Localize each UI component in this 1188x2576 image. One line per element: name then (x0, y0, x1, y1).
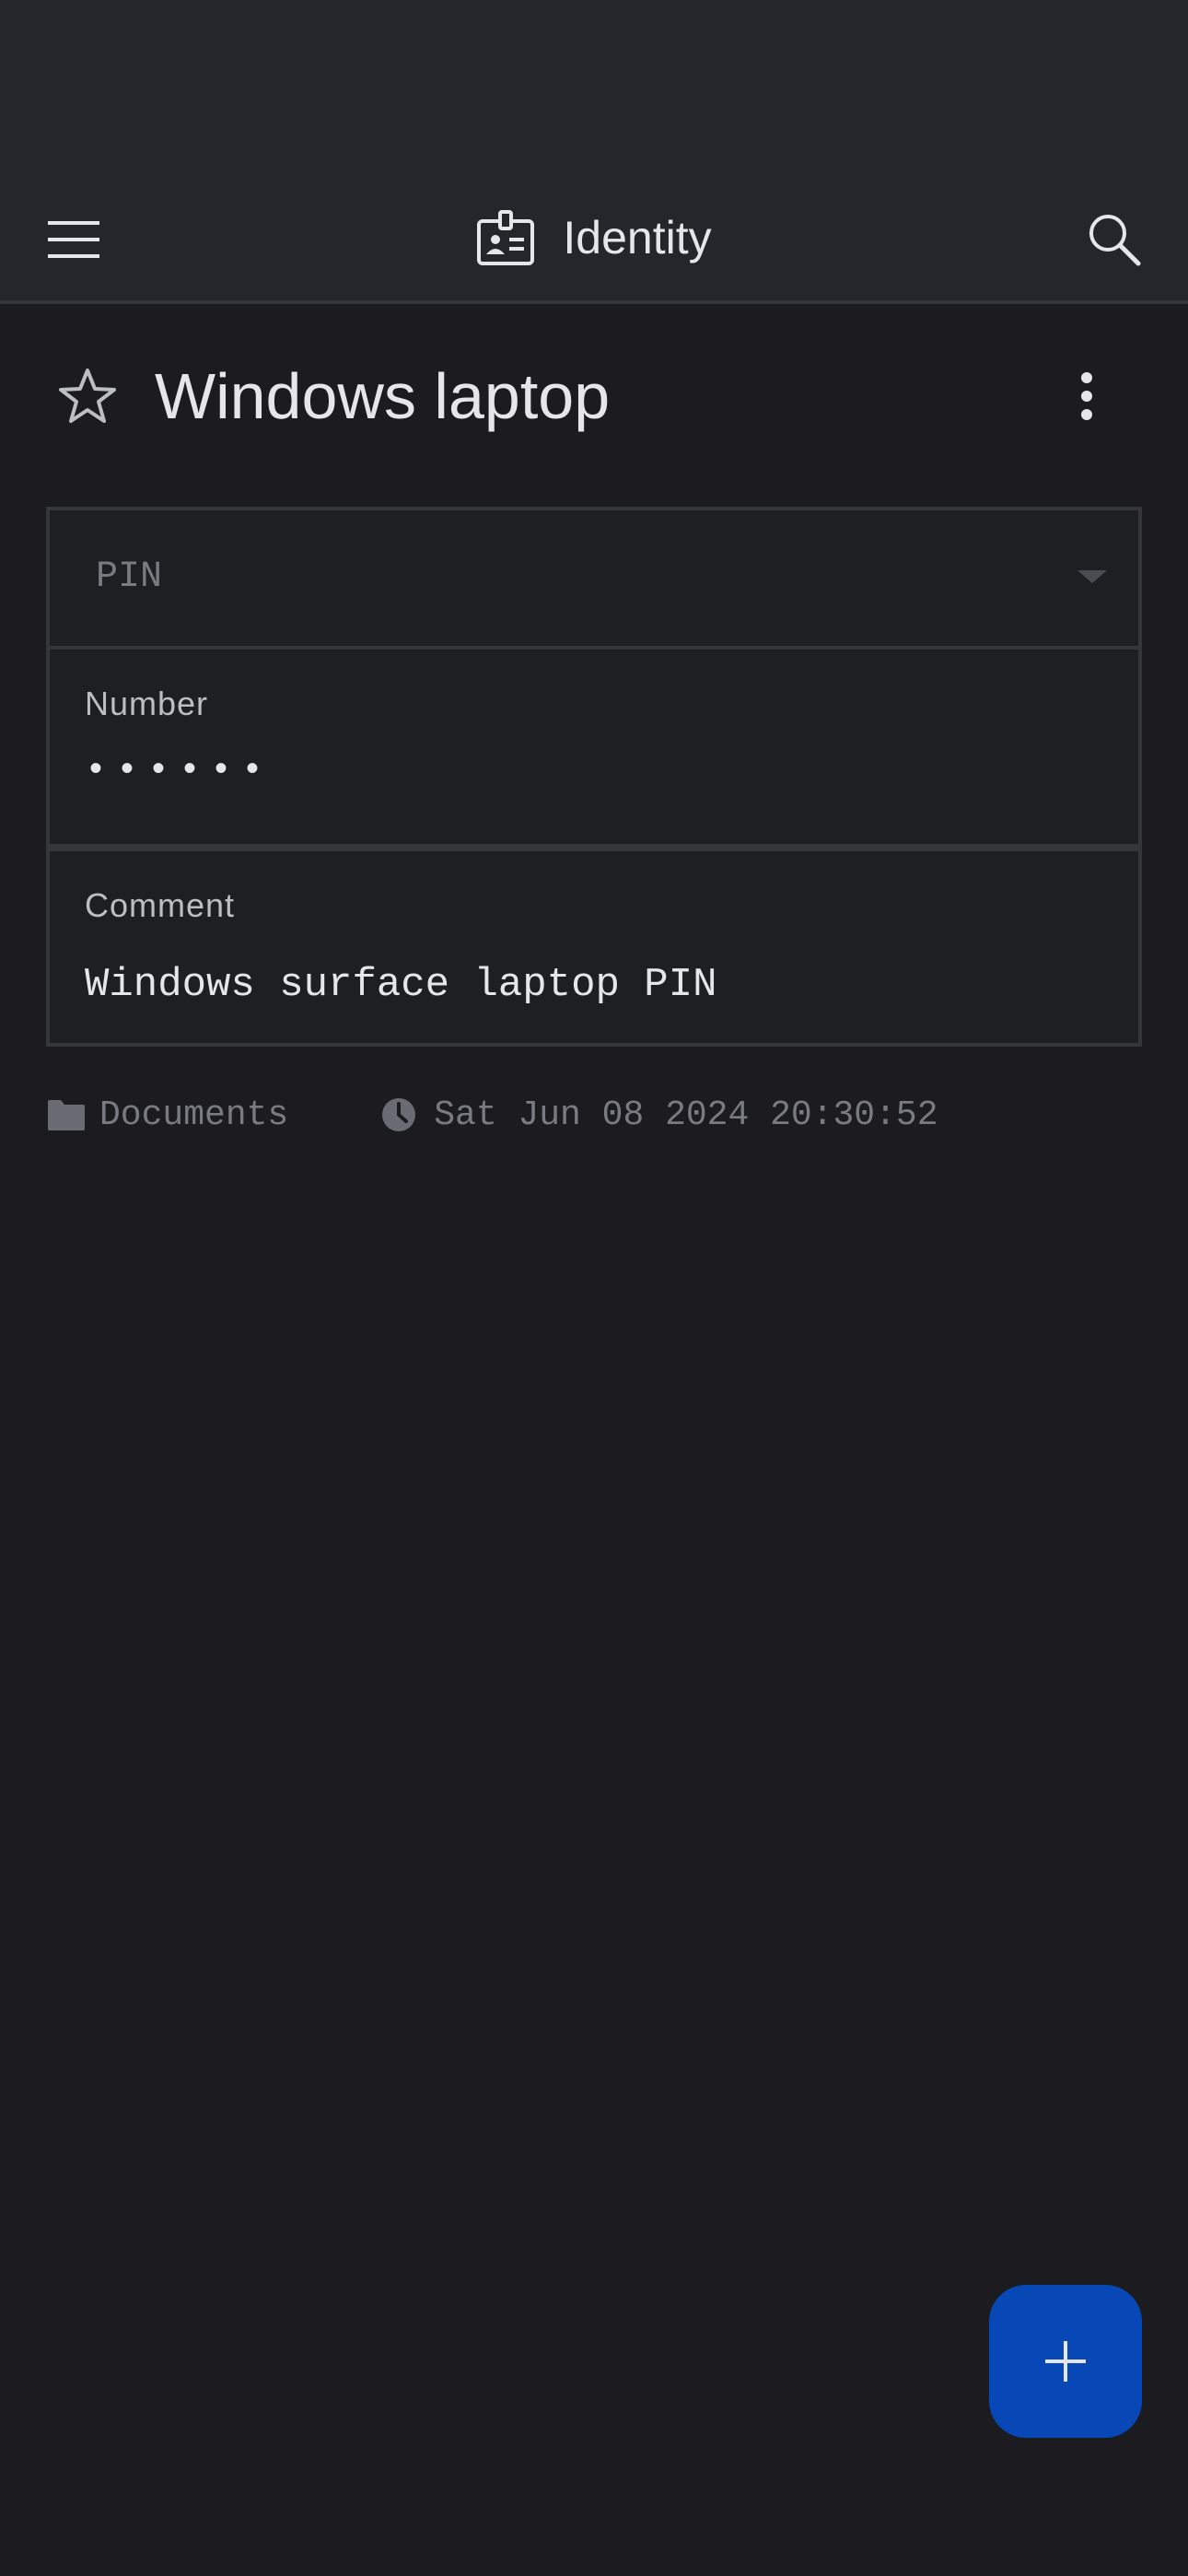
comment-field-value[interactable]: Windows surface laptop PIN (85, 962, 717, 1008)
add-entry-button[interactable] (989, 2285, 1142, 2438)
entry-type-value: PIN (96, 556, 163, 598)
entry-header: Windows laptop (0, 345, 1188, 447)
favorite-button[interactable] (57, 366, 122, 430)
folder-name: Documents (99, 1095, 289, 1135)
plus-icon (1045, 2341, 1086, 2382)
chevron-down-icon (1077, 570, 1107, 583)
number-field[interactable]: Number •••••• (46, 646, 1142, 848)
app-title: Identity (563, 212, 712, 263)
star-outline-icon (59, 369, 116, 423)
entry-meta-row: Documents Sat Jun 08 2024 20:30:52 (46, 1087, 938, 1142)
modified-timestamp: Sat Jun 08 2024 20:30:52 (434, 1095, 938, 1135)
number-field-label: Number (85, 685, 209, 722)
modified-info: Sat Jun 08 2024 20:30:52 (380, 1095, 938, 1135)
app-title-group: Identity (0, 175, 1188, 300)
id-badge-icon (477, 210, 535, 265)
more-options-button[interactable] (1059, 364, 1114, 428)
clock-icon (382, 1098, 416, 1131)
search-icon (1089, 215, 1141, 266)
entry-type-select[interactable]: PIN (46, 507, 1142, 650)
comment-field-label: Comment (85, 886, 236, 924)
status-bar-area (0, 0, 1188, 175)
comment-field[interactable]: Comment Windows surface laptop PIN (46, 848, 1142, 1047)
search-button[interactable] (1077, 203, 1151, 276)
more-vertical-icon (1081, 372, 1092, 420)
folder-icon (48, 1100, 85, 1130)
app-bar: Identity (0, 175, 1188, 304)
entry-title: Windows laptop (155, 360, 611, 432)
number-field-value[interactable]: •••••• (85, 751, 273, 792)
folder-info[interactable]: Documents (46, 1095, 288, 1135)
